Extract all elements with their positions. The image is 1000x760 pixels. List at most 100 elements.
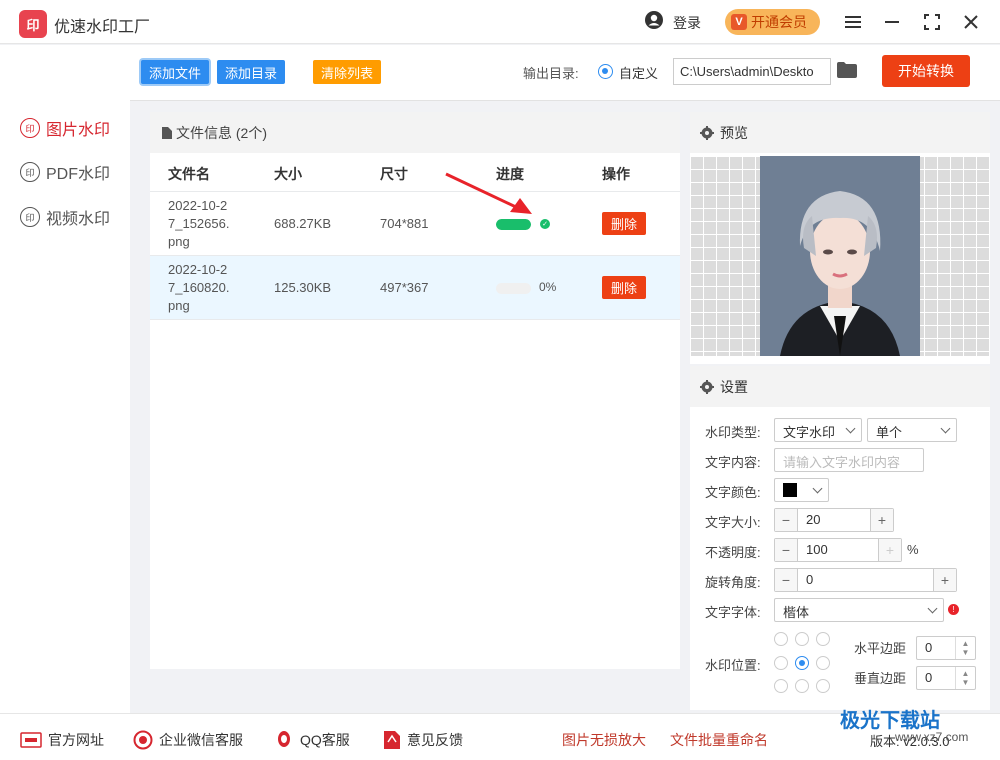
position-label: 水印位置: — [705, 658, 761, 673]
nav-item-label: PDF水印 — [46, 166, 111, 183]
position-bottom-left[interactable] — [774, 679, 788, 693]
settings-header: 设置 — [690, 366, 990, 407]
nav-item-image-watermark[interactable]: 印 图片水印 — [20, 116, 110, 140]
clear-list-button[interactable]: 清除列表 — [313, 60, 382, 84]
maximize-icon[interactable] — [921, 11, 943, 33]
opacity-stepper[interactable]: − 100 + — [774, 538, 902, 562]
vip-button[interactable]: V 开通会员 — [725, 9, 820, 35]
watermark-type-select[interactable]: 文字水印 — [774, 418, 862, 442]
alert-icon[interactable]: ! — [948, 604, 959, 615]
opacity-unit: % — [907, 542, 919, 557]
chevron-down-icon — [940, 423, 951, 434]
text-size-stepper[interactable]: − 20 + — [774, 508, 894, 532]
file-info-header: 文件信息 (2个) — [150, 112, 680, 153]
toolbar: 添加文件 添加目录 清除列表 输出目录: 自定义 C:\Users\admin\… — [130, 45, 1000, 101]
preview-title: 预览 — [720, 124, 748, 141]
decrement-button[interactable]: − — [775, 569, 797, 591]
vertical-margin-label: 垂直边距 — [854, 671, 907, 686]
color-swatch — [783, 483, 797, 497]
position-middle-right[interactable] — [816, 656, 830, 670]
watermark-mode-select[interactable]: 单个 — [867, 418, 957, 442]
start-convert-button[interactable]: 开始转换 — [882, 55, 970, 87]
opacity-label: 不透明度: — [705, 545, 761, 560]
position-top-right[interactable] — [816, 632, 830, 646]
wechat-icon — [133, 730, 153, 750]
decrement-button[interactable]: − — [775, 509, 797, 531]
left-nav: 印 图片水印 印 PDF水印 印 视频水印 — [0, 45, 130, 713]
add-folder-button[interactable]: 添加目录 — [217, 60, 286, 84]
nav-item-label: 图片水印 — [46, 122, 111, 139]
table-row[interactable]: 2022-10-2 7_152656. png 688.27KB 704*881… — [150, 192, 680, 256]
position-bottom-center[interactable] — [795, 679, 809, 693]
vip-icon: V — [731, 14, 747, 30]
nav-item-label: 视频水印 — [46, 211, 111, 228]
login-link[interactable]: 登录 — [673, 13, 701, 33]
delete-button[interactable]: 删除 — [602, 212, 646, 235]
position-center[interactable] — [795, 656, 809, 670]
title-bar: 印 优速水印工厂 登录 V 开通会员 — [0, 0, 1000, 44]
increment-button[interactable]: + — [871, 509, 893, 531]
pdf-watermark-icon: 印 — [20, 162, 40, 182]
text-content-label: 文字内容: — [705, 455, 761, 470]
position-top-center[interactable] — [795, 632, 809, 646]
official-website-link[interactable]: 官方网址 — [20, 730, 104, 750]
nav-item-pdf-watermark[interactable]: 印 PDF水印 — [20, 160, 110, 184]
image-watermark-icon: 印 — [20, 118, 40, 138]
file-list-panel: 文件信息 (2个) 文件名 大小 尺寸 进度 操作 2022-10-2 7_15… — [150, 112, 680, 669]
output-dir-label: 输出目录: — [523, 66, 579, 81]
custom-output-label[interactable]: 自定义 — [619, 63, 658, 82]
position-middle-left[interactable] — [774, 656, 788, 670]
table-row[interactable]: 2022-10-2 7_160820. png 125.30KB 497*367… — [150, 256, 680, 320]
position-top-left[interactable] — [774, 632, 788, 646]
qq-support-link[interactable]: QQ客服 — [274, 730, 350, 750]
text-content-input[interactable]: 请输入文字水印内容 — [774, 448, 924, 472]
text-color-picker[interactable] — [774, 478, 829, 502]
file-name: 2022-10-2 7_160820. png — [168, 262, 230, 313]
spin-arrows-icon[interactable]: ▲ ▼ — [955, 667, 975, 689]
batch-rename-link[interactable]: 文件批量重命名 — [670, 730, 768, 750]
output-path-field[interactable]: C:\Users\admin\Deskto — [673, 58, 831, 85]
increment-button[interactable]: + — [879, 539, 901, 561]
website-icon — [20, 732, 42, 748]
opacity-value[interactable]: 100 — [797, 539, 879, 561]
delete-button[interactable]: 删除 — [602, 276, 646, 299]
folder-icon[interactable] — [837, 62, 857, 78]
settings-title: 设置 — [720, 378, 748, 395]
rotation-stepper[interactable]: − 0 + — [774, 568, 957, 592]
preview-panel: 预览 — [690, 112, 990, 364]
close-icon[interactable] — [960, 11, 982, 33]
increment-button[interactable]: + — [934, 569, 956, 591]
file-size: 688.27KB — [274, 216, 332, 231]
chevron-down-icon — [927, 603, 938, 614]
menu-icon[interactable] — [842, 11, 864, 33]
spin-arrows-icon[interactable]: ▲ ▼ — [955, 637, 975, 659]
horizontal-margin-input[interactable]: 0 ▲ ▼ — [916, 636, 976, 660]
horizontal-margin-label: 水平边距 — [854, 641, 907, 656]
decrement-button[interactable]: − — [775, 539, 797, 561]
rotation-value[interactable]: 0 — [797, 569, 934, 591]
column-header-action: 操作 — [602, 166, 630, 182]
nav-item-video-watermark[interactable]: 印 视频水印 — [20, 205, 110, 229]
custom-output-radio[interactable] — [598, 64, 613, 79]
site-watermark-url: www.xz7.com — [895, 730, 969, 744]
font-select[interactable]: 楷体 — [774, 598, 944, 622]
vertical-margin-input[interactable]: 0 ▲ ▼ — [916, 666, 976, 690]
preview-header: 预览 — [690, 112, 990, 153]
chevron-down-icon — [812, 483, 823, 494]
add-file-button[interactable]: 添加文件 — [141, 60, 210, 84]
file-info-title: 文件信息 (2个) — [176, 124, 267, 141]
wechat-support-link[interactable]: 企业微信客服 — [133, 730, 243, 750]
file-dimensions: 497*367 — [380, 280, 429, 295]
site-watermark-logo: 极光下载站 — [840, 710, 940, 732]
column-header-size: 大小 — [274, 166, 302, 182]
text-size-value[interactable]: 20 — [797, 509, 871, 531]
minimize-icon[interactable] — [881, 11, 903, 33]
position-bottom-right[interactable] — [816, 679, 830, 693]
lossless-enlarge-link[interactable]: 图片无损放大 — [562, 730, 646, 750]
feedback-link[interactable]: 意见反馈 — [383, 730, 463, 750]
font-label: 文字字体: — [705, 605, 761, 620]
video-watermark-icon: 印 — [20, 207, 40, 227]
progress-bar — [496, 283, 531, 294]
watermark-type-label: 水印类型: — [705, 425, 761, 440]
user-icon[interactable] — [644, 10, 664, 30]
